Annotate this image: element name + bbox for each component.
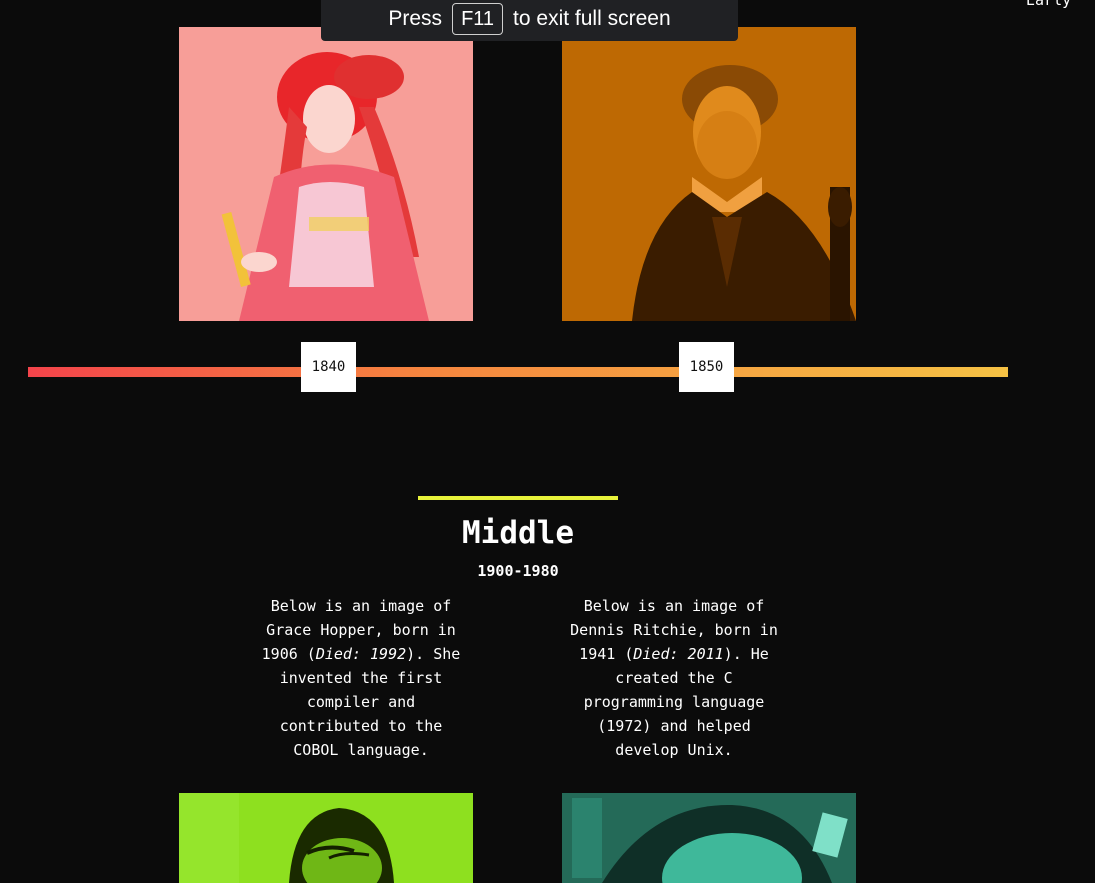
charles-babbage-image [562,27,856,321]
dennis-ritchie-bio: Below is an image of Dennis Ritchie, bor… [568,594,780,762]
era-divider [418,496,618,500]
bio-died: Died: 1992 [315,645,407,663]
fullscreen-notice-prefix: Press [388,6,443,30]
dennis-ritchie-image [562,793,856,883]
f11-key-badge: F11 [452,2,504,35]
early-era-label: Early [1026,0,1072,9]
fullscreen-notice-suffix: to exit full screen [513,6,671,30]
era-title: Middle [462,515,574,551]
timeline-bar [28,367,1008,377]
era-date-range: 1900-1980 [477,562,559,580]
bio-died: Died: 2011 [633,645,724,663]
dennis-ritchie-portrait [562,793,856,883]
year-marker-1840[interactable]: 1840 [301,342,356,392]
ada-lovelace-image [179,27,473,321]
grace-hopper-bio: Below is an image of Grace Hopper, born … [255,594,467,762]
grace-hopper-portrait [179,793,473,883]
timeline-page: Press F11 to exit full screen Early 1840… [0,0,1095,883]
grace-hopper-image [179,793,473,883]
ada-lovelace-portrait [179,27,473,321]
year-marker-1850[interactable]: 1850 [679,342,734,392]
fullscreen-exit-notice: Press F11 to exit full screen [321,0,738,41]
charles-babbage-portrait [562,27,856,321]
